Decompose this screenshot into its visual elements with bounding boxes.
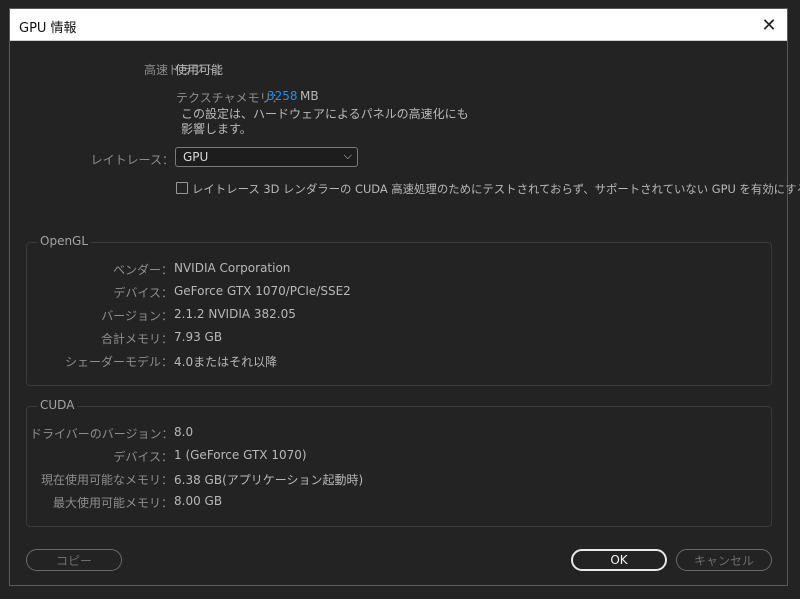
cuda-device-label: デバイス： [113, 450, 173, 464]
opengl-vendor-value: NVIDIA Corporation [174, 261, 291, 275]
opengl-total-memory-label: 合計メモリ： [100, 332, 173, 346]
fast-draft-note-line2: 影響します。 [181, 122, 252, 136]
ok-button[interactable]: OK [571, 549, 667, 571]
copy-button[interactable]: コピー [26, 549, 122, 571]
ray-trace-dropdown[interactable]: GPU ⌵ [175, 147, 358, 167]
opengl-shader-model-label: シェーダーモデル： [64, 355, 173, 369]
opengl-vendor-label: ベンダー： [112, 263, 173, 277]
opengl-version-value: 2.1.2 NVIDIA 382.05 [174, 307, 296, 321]
gpu-info-dialog: GPU 情報 ✕ 高速ドラフト： 使用可能 テクスチャメモリ： 3258 MB … [9, 8, 800, 586]
cuda-max-memory-label: 最大使用可能メモリ： [52, 496, 173, 510]
ray-trace-selected: GPU [183, 150, 209, 164]
cancel-button[interactable]: キャンセル [676, 549, 772, 571]
opengl-total-memory-value: 7.93 GB [174, 330, 223, 344]
cuda-group-title: CUDA [37, 398, 78, 412]
opengl-device-label: デバイス： [113, 286, 173, 300]
cuda-max-memory-value: 8.00 GB [174, 494, 223, 508]
unsupported-gpu-label[interactable]: レイトレース 3D レンダラーの CUDA 高速処理のためにテストされておらず、… [192, 181, 800, 197]
chevron-down-icon: ⌵ [343, 149, 352, 162]
fast-draft-value: 使用可能 [175, 63, 224, 77]
cuda-driver-version-label: ドライバーのバージョン： [30, 427, 174, 441]
texture-memory-unit: MB [300, 89, 319, 103]
texture-memory-value: 3258 [267, 89, 298, 103]
cuda-available-memory-label: 現在使用可能なメモリ： [40, 473, 173, 487]
unsupported-gpu-checkbox[interactable] [176, 182, 188, 194]
opengl-device-value: GeForce GTX 1070/PCIe/SSE2 [174, 284, 351, 298]
cuda-device-value: 1 (GeForce GTX 1070) [174, 448, 307, 462]
close-icon[interactable]: ✕ [757, 13, 781, 37]
cuda-driver-version-value: 8.0 [174, 425, 194, 439]
opengl-version-label: バージョン： [101, 309, 173, 323]
ray-trace-label: レイトレース： [90, 153, 174, 167]
opengl-shader-model-value: 4.0またはそれ以降 [174, 355, 278, 369]
opengl-group-title: OpenGL [37, 234, 92, 248]
cuda-available-memory-value: 6.38 GB(アプリケーション起動時) [174, 473, 364, 487]
dialog-title: GPU 情報 [19, 21, 77, 36]
title-bar: GPU 情報 ✕ [10, 9, 787, 41]
